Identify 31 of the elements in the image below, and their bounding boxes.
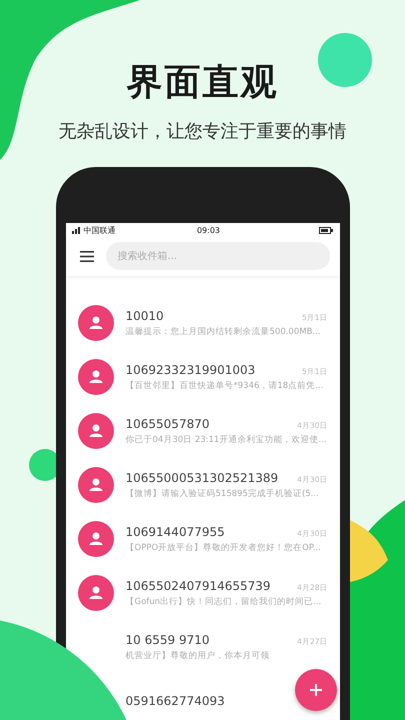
battery-icon bbox=[319, 227, 334, 234]
message-preview: 【Gofun出行】快！同志们，留给我们的时间已... bbox=[126, 596, 322, 608]
menu-icon[interactable] bbox=[80, 250, 94, 262]
headline: 界面直观 bbox=[126, 61, 278, 105]
sender-number: 10655057870 bbox=[126, 416, 210, 430]
message-preview: 温馨提示：您上月国内结转剩余流量500.00MB... bbox=[126, 326, 321, 338]
user-avatar-icon bbox=[78, 467, 114, 503]
search-field[interactable]: 搜索收件箱... bbox=[106, 242, 330, 270]
sender-number: 10010 bbox=[126, 308, 164, 322]
message-preview: 机营业厅】尊敬的用户，你本月可领 bbox=[126, 650, 270, 662]
tagline: 无杂乱设计，让您专注于重要的事情 bbox=[58, 120, 346, 143]
carrier-name: 中国联通 bbox=[84, 226, 116, 235]
sender-number: 10655000531302521389 bbox=[126, 470, 278, 484]
user-avatar-icon bbox=[78, 359, 114, 395]
user-avatar-icon bbox=[78, 521, 114, 557]
sender-number: 1069144077955 bbox=[126, 524, 225, 538]
signal-icon bbox=[72, 227, 80, 234]
message-preview: 【OPPO开放平台】尊敬的开发者您好！您在OP... bbox=[126, 542, 321, 554]
user-avatar-icon bbox=[78, 413, 114, 449]
sender-number: 10 6559 9710 bbox=[126, 632, 210, 646]
sender-number: 0591662774093 bbox=[126, 694, 225, 708]
message-preview: 你已于04月30日 23:11开通余利宝功能，欢迎使... bbox=[126, 434, 326, 446]
user-avatar-icon bbox=[78, 575, 114, 611]
sender-number: 1065502407914655739 bbox=[126, 578, 271, 592]
message-preview: 【百世邻里】百世快递单号*9346，请18点前凭... bbox=[126, 380, 324, 392]
circle-shape bbox=[318, 33, 372, 87]
clock: 09:03 bbox=[196, 226, 222, 235]
user-avatar-icon bbox=[78, 305, 114, 341]
plus-icon bbox=[310, 684, 322, 696]
sender-number: 10692332319901003 bbox=[126, 362, 256, 376]
message-preview: 【微博】请输入验证码515895完成手机验证(5... bbox=[126, 488, 319, 500]
